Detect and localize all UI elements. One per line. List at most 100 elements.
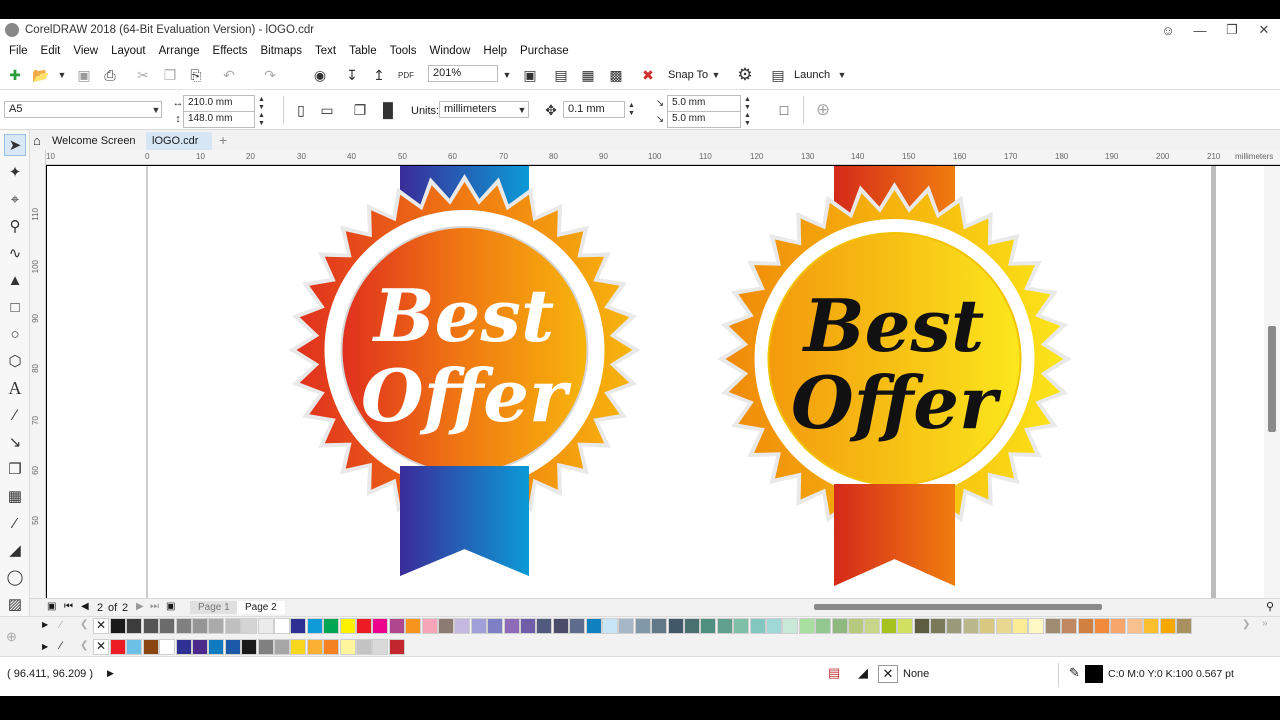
color-swatch[interactable] [290, 639, 307, 655]
no-color-swatch[interactable]: ✕ [93, 618, 109, 634]
snap-to-label[interactable]: Snap To [668, 69, 708, 81]
color-swatch[interactable] [372, 639, 389, 655]
search-content-icon[interactable]: ◉ [310, 65, 330, 85]
options-gear-icon[interactable]: ⚙ [735, 65, 755, 85]
color-proof-icon[interactable]: ▤ [828, 665, 840, 681]
last-page-icon[interactable]: ⏭ [150, 601, 159, 612]
color-swatch[interactable] [536, 618, 553, 634]
menu-window[interactable]: Window [424, 45, 478, 57]
open-dropdown-icon[interactable]: ▼ [52, 65, 72, 85]
color-swatch[interactable] [1077, 618, 1094, 634]
color-swatch[interactable] [257, 639, 274, 655]
minimize-button[interactable]: — [1184, 19, 1216, 41]
menu-purchase[interactable]: Purchase [515, 45, 577, 57]
color-swatch[interactable] [470, 618, 487, 634]
color-swatch[interactable] [1159, 618, 1176, 634]
color-swatch[interactable] [815, 618, 832, 634]
color-swatch[interactable] [323, 639, 340, 655]
color-swatch[interactable] [175, 639, 192, 655]
fill-none-swatch[interactable]: ✕ [878, 665, 898, 683]
account-icon[interactable]: ☺ [1152, 19, 1184, 41]
color-swatch[interactable] [962, 618, 979, 634]
color-swatch[interactable] [388, 618, 405, 634]
rectangle-tool-icon[interactable]: □ [4, 296, 26, 318]
height-spinner[interactable]: ▲ ▼ [256, 112, 267, 128]
horizontal-scroll-thumb[interactable] [814, 604, 1102, 610]
menu-layout[interactable]: Layout [106, 45, 154, 57]
no-color-swatch[interactable]: ✕ [93, 639, 109, 655]
nudge-spinner[interactable]: ▲ ▼ [626, 102, 637, 118]
import-icon[interactable]: ↧ [342, 65, 362, 85]
close-button[interactable]: ✕ [1248, 19, 1280, 41]
color-swatch[interactable] [1044, 618, 1061, 634]
color-swatch[interactable] [110, 639, 126, 655]
text-tool-icon[interactable]: A [4, 377, 26, 399]
menu-tools[interactable]: Tools [385, 45, 425, 57]
badge-right[interactable]: Best Offer [717, 166, 1072, 586]
full-screen-icon[interactable]: ▣ [520, 65, 540, 85]
drawing-canvas[interactable]: Best Offer Best Offer [47, 166, 1264, 598]
color-swatch[interactable] [323, 618, 340, 634]
width-spinner[interactable]: ▲ ▼ [256, 96, 267, 112]
shape-tool-icon[interactable]: ✦ [4, 161, 26, 183]
zoom-dropdown-icon[interactable]: ▼ [497, 65, 517, 85]
color-swatch[interactable] [716, 618, 733, 634]
outline-color-swatch[interactable] [1085, 665, 1103, 683]
color-swatch[interactable] [1176, 618, 1192, 634]
quick-customize-icon[interactable]: ⊕ [813, 100, 833, 120]
color-swatch[interactable] [339, 639, 356, 655]
color-swatch[interactable] [126, 639, 143, 655]
palette-row1-menu-icon[interactable]: ▶ [42, 620, 48, 629]
paste-icon[interactable]: ⎘ [186, 65, 206, 85]
page-width-field[interactable]: 210.0 mm [183, 95, 255, 112]
export-icon[interactable]: ↥ [369, 65, 389, 85]
color-swatch[interactable] [946, 618, 963, 634]
color-swatch[interactable] [192, 639, 208, 655]
smart-fill-tool-icon[interactable]: ▲ [4, 269, 26, 291]
color-swatch[interactable] [224, 639, 241, 655]
color-swatch[interactable] [749, 618, 766, 634]
color-swatch[interactable] [142, 639, 159, 655]
color-swatch[interactable] [159, 639, 176, 655]
drop-shadow-tool-icon[interactable]: ❐ [4, 458, 26, 480]
treat-as-filled-icon[interactable]: □ [774, 100, 794, 120]
color-swatch[interactable] [782, 618, 799, 634]
color-swatch[interactable] [700, 618, 717, 634]
duplicate-x-field[interactable]: 5.0 mm [667, 95, 741, 112]
color-swatch[interactable] [733, 618, 750, 634]
color-swatch[interactable] [1061, 618, 1078, 634]
color-swatch[interactable] [388, 639, 405, 655]
color-swatch[interactable] [585, 618, 602, 634]
color-swatch[interactable] [897, 618, 914, 634]
palette-row1-scroll-left-icon[interactable]: ❮ [80, 619, 88, 630]
landscape-icon[interactable]: ▭ [317, 100, 337, 120]
snap-off-icon[interactable]: ✖ [638, 65, 658, 85]
palette-row1-scroll-right-icon[interactable]: ❯ [1242, 619, 1250, 630]
color-swatch[interactable] [1094, 618, 1110, 634]
color-swatch[interactable] [290, 618, 307, 634]
zoom-tool-icon[interactable]: ⚲ [4, 215, 26, 237]
color-swatch[interactable] [552, 618, 569, 634]
color-swatch[interactable] [651, 618, 668, 634]
menu-table[interactable]: Table [344, 45, 385, 57]
zoom-field[interactable]: 201% [428, 65, 498, 82]
launch-label[interactable]: Launch [794, 69, 830, 81]
page-size-select[interactable]: A5 [4, 101, 162, 118]
palette-add-icon[interactable]: ⊕ [6, 629, 17, 645]
zoom-navigator-icon[interactable]: ⚲ [1266, 600, 1274, 613]
color-swatch[interactable] [356, 639, 372, 655]
page-tab-1[interactable]: Page 1 [190, 601, 238, 614]
color-swatch[interactable] [848, 618, 864, 634]
color-swatch[interactable] [618, 618, 635, 634]
new-document-icon[interactable]: ✚ [5, 65, 25, 85]
pdf-icon[interactable]: PDF [396, 65, 416, 85]
color-swatch[interactable] [208, 618, 225, 634]
vertical-scroll-thumb[interactable] [1268, 326, 1276, 432]
color-swatch[interactable] [864, 618, 881, 634]
palette-row2-menu-icon[interactable]: ▶ [42, 642, 48, 651]
eyedropper-tool-icon[interactable]: ⁄ [4, 512, 26, 534]
status-expand-icon[interactable]: ▶ [107, 668, 114, 679]
color-swatch[interactable] [831, 618, 848, 634]
color-swatch[interactable] [1126, 618, 1143, 634]
menu-edit[interactable]: Edit [36, 45, 69, 57]
